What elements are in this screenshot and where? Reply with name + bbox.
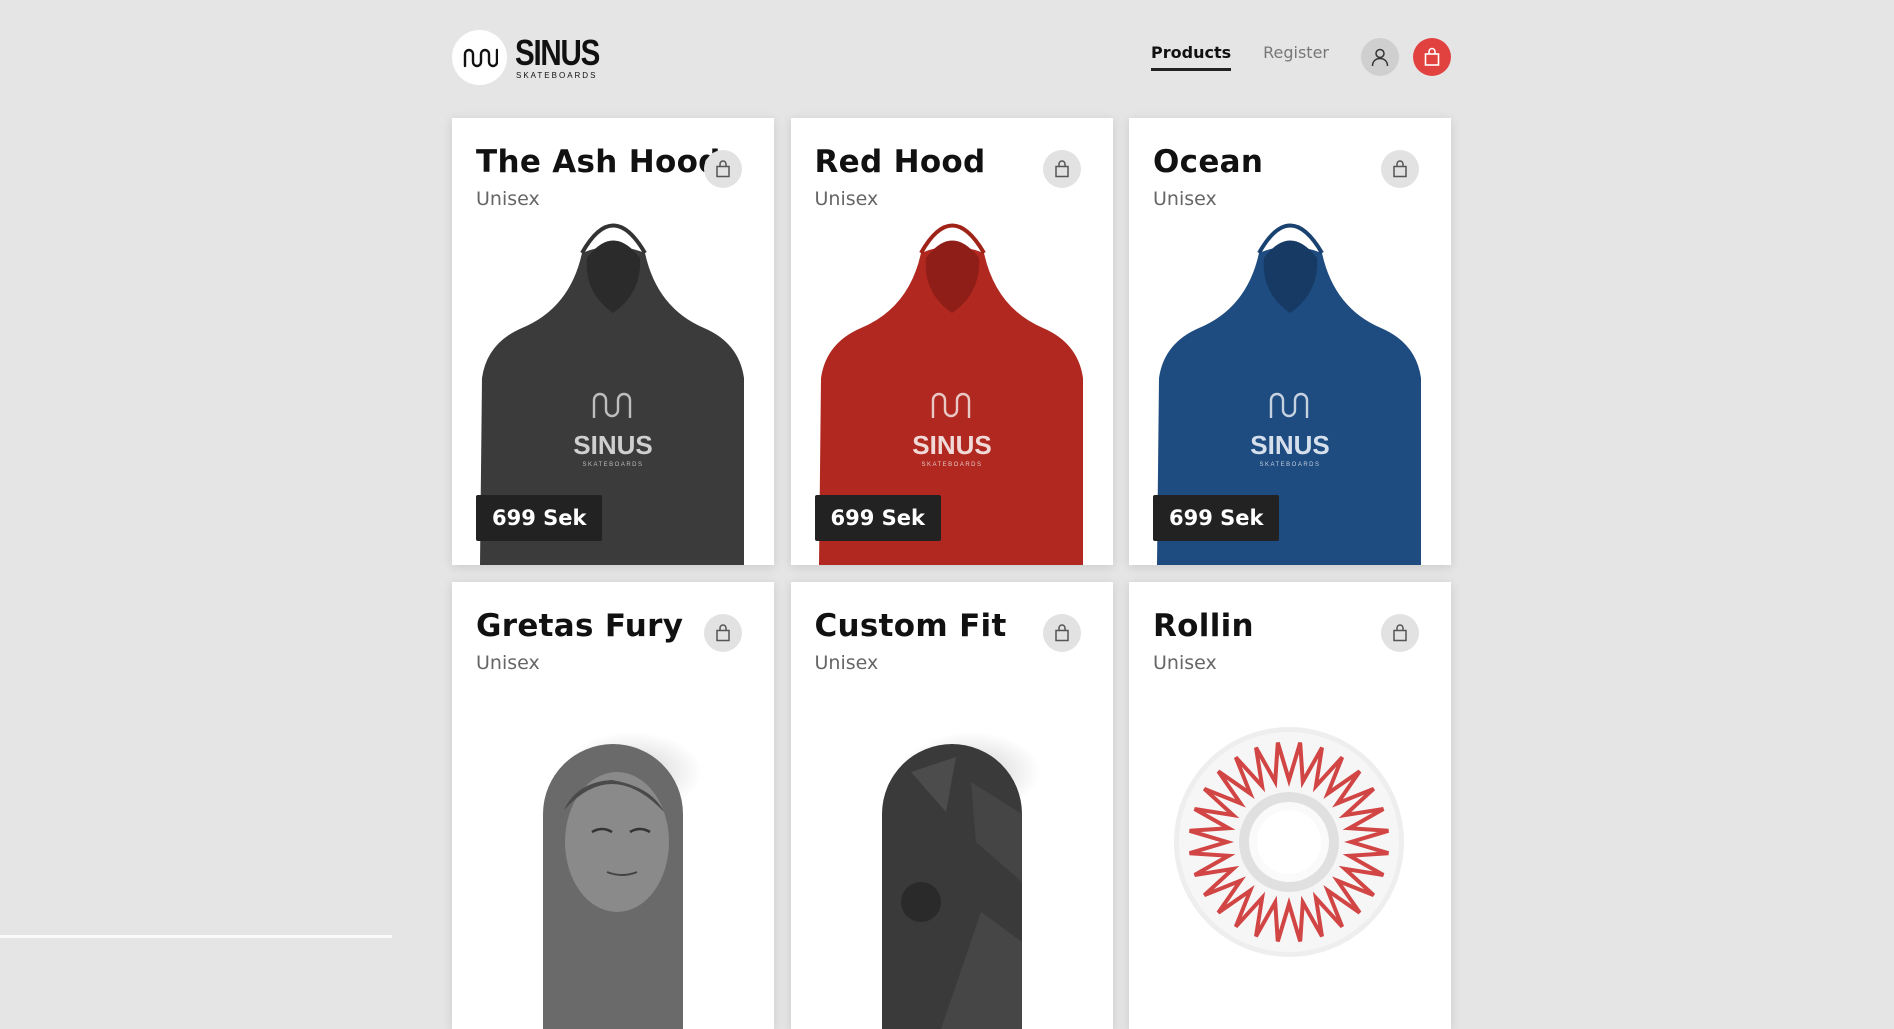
product-card[interactable]: SINUS SKATEBOARDS The Ash Hood Unisex 69…: [452, 118, 774, 565]
svg-text:SINUS: SINUS: [1250, 430, 1329, 460]
product-category: Unisex: [814, 652, 879, 674]
svg-text:SINUS: SINUS: [912, 430, 991, 460]
svg-text:SKATEBOARDS: SKATEBOARDS: [582, 462, 643, 468]
brand-logo[interactable]: SINUS SKATEBOARDS: [452, 30, 618, 85]
product-title: Red Hood: [814, 144, 986, 180]
cart-button[interactable]: [1413, 38, 1451, 76]
product-title: Rollin: [1153, 608, 1254, 644]
product-title: Ocean: [1153, 144, 1264, 180]
product-category: Unisex: [1153, 652, 1217, 674]
product-card[interactable]: SINUS SKATEBOARDS Ocean Unisex 699 Sek: [1129, 118, 1451, 565]
site-header: SINUS SKATEBOARDS Products Register: [452, 28, 1451, 88]
product-category: Unisex: [476, 188, 540, 210]
product-category: Unisex: [814, 188, 879, 210]
add-to-cart-button[interactable]: [1381, 150, 1419, 188]
product-card[interactable]: Custom Fit Unisex: [790, 582, 1113, 1029]
nav-register[interactable]: Register: [1263, 43, 1329, 71]
bag-icon: [1393, 624, 1407, 642]
svg-text:SINUS: SINUS: [573, 430, 652, 460]
main-nav: Products Register: [1151, 38, 1451, 76]
svg-text:SKATEBOARDS: SKATEBOARDS: [1259, 462, 1320, 468]
product-category: Unisex: [1153, 188, 1217, 210]
product-category: Unisex: [476, 652, 540, 674]
bag-icon: [716, 624, 730, 642]
price-tag: 699 Sek: [1153, 495, 1280, 541]
product-grid: SINUS SKATEBOARDS The Ash Hood Unisex 69…: [452, 118, 1451, 1029]
product-title: Gretas Fury: [476, 608, 684, 644]
nav-products[interactable]: Products: [1151, 43, 1232, 71]
bag-icon: [1393, 160, 1407, 178]
add-to-cart-button[interactable]: [1381, 614, 1419, 652]
brand-name: SINUS: [515, 32, 600, 73]
price-tag: 699 Sek: [476, 495, 603, 541]
bag-icon: [1054, 624, 1069, 642]
add-to-cart-button[interactable]: [1042, 150, 1081, 188]
user-icon: [1371, 48, 1389, 67]
product-title: Custom Fit: [814, 608, 1007, 644]
price-tag: 699 Sek: [814, 495, 941, 541]
add-to-cart-button[interactable]: [704, 150, 742, 188]
brand-tagline: SKATEBOARDS: [516, 71, 598, 80]
shopping-bag-icon: [1424, 47, 1440, 66]
bag-icon: [716, 160, 730, 178]
svg-text:SKATEBOARDS: SKATEBOARDS: [921, 462, 982, 468]
bag-icon: [1054, 160, 1069, 178]
logo-wave-icon: [452, 30, 507, 85]
product-card[interactable]: Rollin Unisex: [1129, 582, 1451, 1029]
add-to-cart-button[interactable]: [704, 614, 742, 652]
product-card[interactable]: SINUS SKATEBOARDS Red Hood Unisex 699 Se…: [790, 118, 1113, 565]
product-card[interactable]: Gretas Fury Unisex: [452, 582, 774, 1029]
user-account-button[interactable]: [1361, 38, 1399, 76]
product-title: The Ash Hood: [476, 144, 721, 180]
add-to-cart-button[interactable]: [1042, 614, 1081, 652]
